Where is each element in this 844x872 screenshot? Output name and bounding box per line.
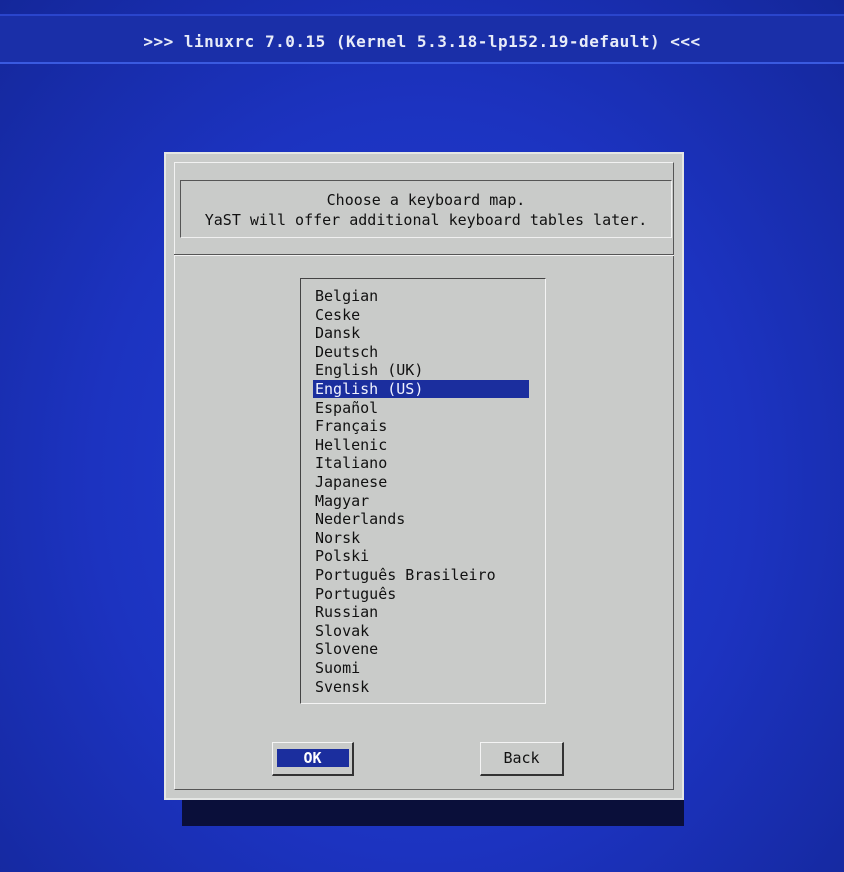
keyboard-map-list[interactable]: Belgian Ceske Dansk Deutsch English (UK) Engl…	[300, 278, 546, 704]
list-item[interactable]: Nederlands	[313, 510, 405, 528]
linuxrc-screen: >>> linuxrc 7.0.15 (Kernel 5.3.18-lp152.…	[0, 0, 844, 872]
list-item[interactable]: Suomi	[313, 659, 360, 677]
ok-button-label: OK	[276, 749, 349, 767]
list-item[interactable]: Dansk	[313, 324, 360, 342]
list-item[interactable]: Svensk	[313, 678, 369, 696]
list-item[interactable]: Português	[313, 585, 396, 603]
list-item[interactable]: English (US)	[313, 380, 529, 398]
list-item[interactable]: English (UK)	[313, 361, 423, 379]
list-item[interactable]: Português Brasileiro	[313, 566, 496, 584]
list-item[interactable]: Slovene	[313, 640, 378, 658]
back-button[interactable]: Back	[480, 742, 564, 776]
list-item[interactable]: Japanese	[313, 473, 387, 491]
list-item[interactable]: Slovak	[313, 622, 369, 640]
list-item[interactable]: Deutsch	[313, 343, 378, 361]
list-item[interactable]: Belgian	[313, 287, 378, 305]
ok-button[interactable]: OK	[272, 742, 354, 776]
list-item[interactable]: Magyar	[313, 492, 369, 510]
header-title: >>> linuxrc 7.0.15 (Kernel 5.3.18-lp152.…	[143, 32, 701, 51]
list-item[interactable]: Français	[313, 417, 387, 435]
list-item[interactable]: Italiano	[313, 454, 387, 472]
keyboard-map-dialog: Choose a keyboard map. YaST will offer a…	[164, 152, 684, 800]
message-box: Choose a keyboard map. YaST will offer a…	[180, 180, 672, 238]
message-line-1: Choose a keyboard map.	[326, 191, 526, 209]
back-button-label: Back	[503, 749, 540, 767]
list-item[interactable]: Polski	[313, 547, 369, 565]
list-item[interactable]: Russian	[313, 603, 378, 621]
list-item[interactable]: Español	[313, 399, 378, 417]
message-line-2: YaST will offer additional keyboard tabl…	[204, 211, 648, 229]
list-item[interactable]: Norsk	[313, 529, 360, 547]
list-item[interactable]: Hellenic	[313, 436, 387, 454]
dialog-separator	[174, 254, 674, 256]
list-item[interactable]: Ceske	[313, 306, 360, 324]
